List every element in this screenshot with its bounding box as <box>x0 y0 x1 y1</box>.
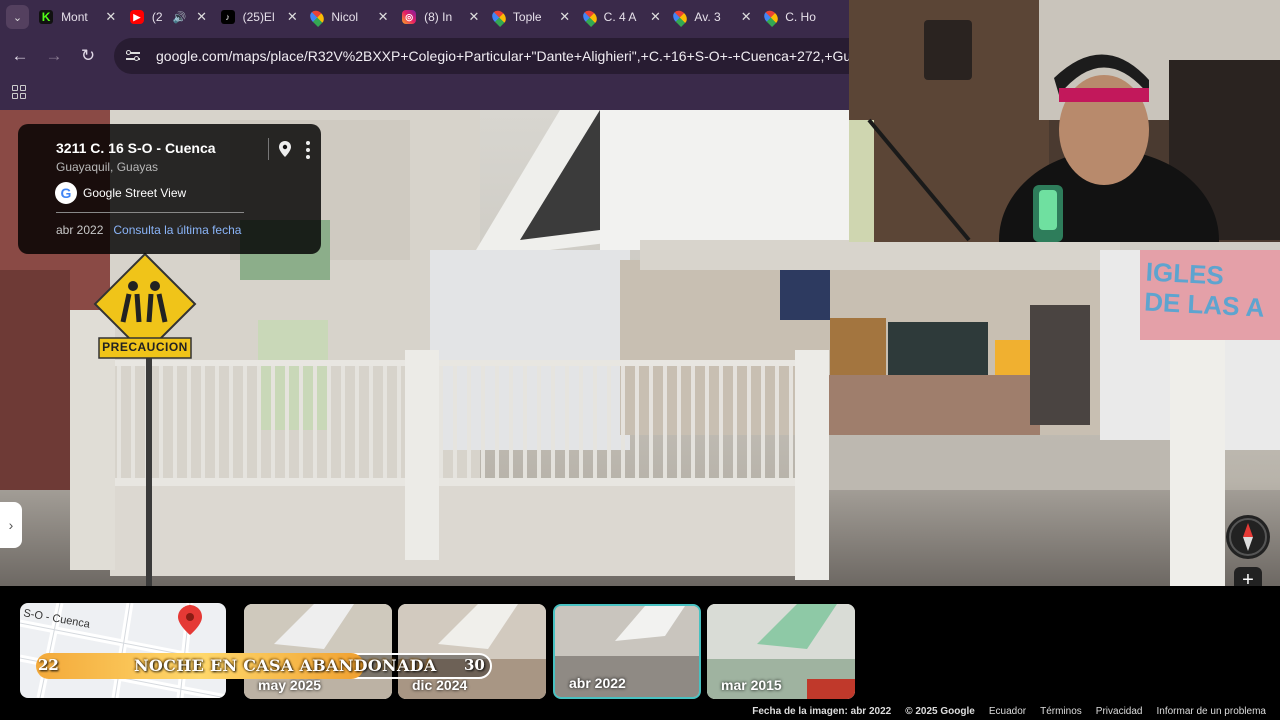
browser-tab[interactable]: Nicol ✕ <box>305 3 396 31</box>
browser-toolbar: ← → ↻ google.com/maps/place/R32V%2BXXP+C… <box>0 34 850 78</box>
browser-tab[interactable]: Av. 3 ✕ <box>668 3 759 31</box>
capture-date: abr 2022 <box>56 223 104 237</box>
tab-audio-icon[interactable]: 🔊 <box>173 11 187 24</box>
webcam-image <box>849 0 1280 242</box>
tab-close-icon[interactable]: ✕ <box>467 9 481 25</box>
tab-title: C. 4 A <box>603 10 637 24</box>
tab-close-icon[interactable]: ✕ <box>648 9 662 25</box>
image-date-label: Fecha de la imagen: abr 2022 <box>752 706 892 717</box>
youtube-icon: ▶ <box>129 10 144 24</box>
tab-close-icon[interactable]: ✕ <box>195 9 209 25</box>
apps-grid-icon[interactable] <box>12 85 26 99</box>
copyright-label: © 2025 Google <box>905 706 975 717</box>
url-text[interactable]: google.com/maps/place/R32V%2BXXP+Colegio… <box>156 48 850 64</box>
browser-tab[interactable]: ▶ (2 🔊 ✕ <box>124 3 215 31</box>
timeline-thumbnail-selected[interactable]: abr 2022 <box>553 604 701 699</box>
street-view-source: G Google Street View <box>55 182 321 204</box>
tab-strip: ⌄ K Mont ✕ ▶ (2 🔊 ✕ ♪ (25)El ✕ Nicol ✕ ◎ (8) In ✕ … <box>0 0 850 34</box>
more-options-icon[interactable] <box>305 141 311 159</box>
tab-close-icon[interactable]: ✕ <box>285 9 299 25</box>
maps-icon <box>580 7 600 27</box>
goal-current-value: 22 <box>38 656 59 674</box>
map-pin-icon[interactable] <box>278 140 292 158</box>
browser-tab[interactable]: K Mont ✕ <box>33 3 124 31</box>
kick-icon: K <box>39 10 54 24</box>
stream-goal-banner: 22 NOCHE EN CASA ABANDONADA 30 <box>30 650 492 682</box>
latest-date-link[interactable]: Consulta la última fecha <box>113 223 241 237</box>
country-link[interactable]: Ecuador <box>989 706 1026 717</box>
site-settings-icon[interactable] <box>124 49 142 63</box>
browser-tab[interactable]: Tople ✕ <box>487 3 578 31</box>
tab-title: Mont <box>61 10 88 24</box>
tiktok-icon: ♪ <box>220 10 235 24</box>
goal-title: NOCHE EN CASA ABANDONADA <box>134 656 437 675</box>
tab-title: Tople <box>512 10 542 24</box>
goal-target-value: 30 <box>464 656 485 674</box>
browser-tab[interactable]: ♪ (25)El ✕ <box>215 3 306 31</box>
instagram-icon: ◎ <box>402 10 417 24</box>
maps-icon <box>670 7 690 27</box>
browser-tab[interactable]: C. Ho <box>759 3 850 31</box>
chevron-right-icon: › <box>8 517 14 533</box>
maps-icon <box>307 7 327 27</box>
tab-title: Nicol <box>331 10 359 24</box>
thumbnail-date: mar 2015 <box>721 677 782 693</box>
place-city: Guayaquil, Guayas <box>56 160 159 174</box>
tab-close-icon[interactable]: ✕ <box>104 9 118 25</box>
address-bar[interactable]: google.com/maps/place/R32V%2BXXP+Colegio… <box>114 38 850 74</box>
tab-search-chevron-icon[interactable]: ⌄ <box>6 5 30 29</box>
back-arrow-icon[interactable]: ← <box>3 39 37 73</box>
forward-arrow-icon[interactable]: → <box>37 39 71 73</box>
tab-close-icon[interactable]: ✕ <box>376 9 390 25</box>
location-info-card: 3211 C. 16 S-O - Cuenca Guayaquil, Guaya… <box>18 124 321 254</box>
bookmarks-bar <box>0 78 850 110</box>
source-label: Google Street View <box>83 186 187 200</box>
divider <box>268 138 269 160</box>
tab-close-icon[interactable]: ✕ <box>558 9 572 25</box>
tab-title: (8) In <box>424 10 453 24</box>
tab-title: (25)El <box>242 10 275 24</box>
church-banner-text: IGLES DE LAS A <box>1143 256 1266 323</box>
tab-close-icon[interactable]: ✕ <box>739 9 753 25</box>
divider <box>56 212 244 213</box>
compass-needle <box>1229 518 1267 556</box>
compass-icon[interactable] <box>1226 515 1270 559</box>
maps-icon <box>489 7 509 27</box>
report-problem-link[interactable]: Informar de un problema <box>1156 706 1266 717</box>
map-footer: Fecha de la imagen: abr 2022 © 2025 Goog… <box>0 703 1280 720</box>
privacy-link[interactable]: Privacidad <box>1096 706 1143 717</box>
tab-title: Av. 3 <box>694 10 721 24</box>
zoom-control: + − <box>1234 567 1262 586</box>
zoom-in-button[interactable]: + <box>1234 567 1262 586</box>
webcam-overlay <box>849 0 1280 242</box>
google-logo-icon: G <box>55 182 77 204</box>
expand-panel-button[interactable]: › <box>0 502 22 548</box>
reload-icon[interactable]: ↻ <box>71 39 105 73</box>
thumbnail-date: abr 2022 <box>569 675 626 691</box>
sign-label: PRECAUCION <box>102 340 188 354</box>
tab-title: C. Ho <box>785 10 816 24</box>
timeline-thumbnail[interactable]: mar 2015 <box>707 604 855 699</box>
browser-tab[interactable]: ◎ (8) In ✕ <box>396 3 487 31</box>
browser-tab[interactable]: C. 4 A ✕ <box>578 3 669 31</box>
tab-title: (2 <box>151 10 163 24</box>
terms-link[interactable]: Términos <box>1040 706 1082 717</box>
maps-icon <box>761 7 781 27</box>
